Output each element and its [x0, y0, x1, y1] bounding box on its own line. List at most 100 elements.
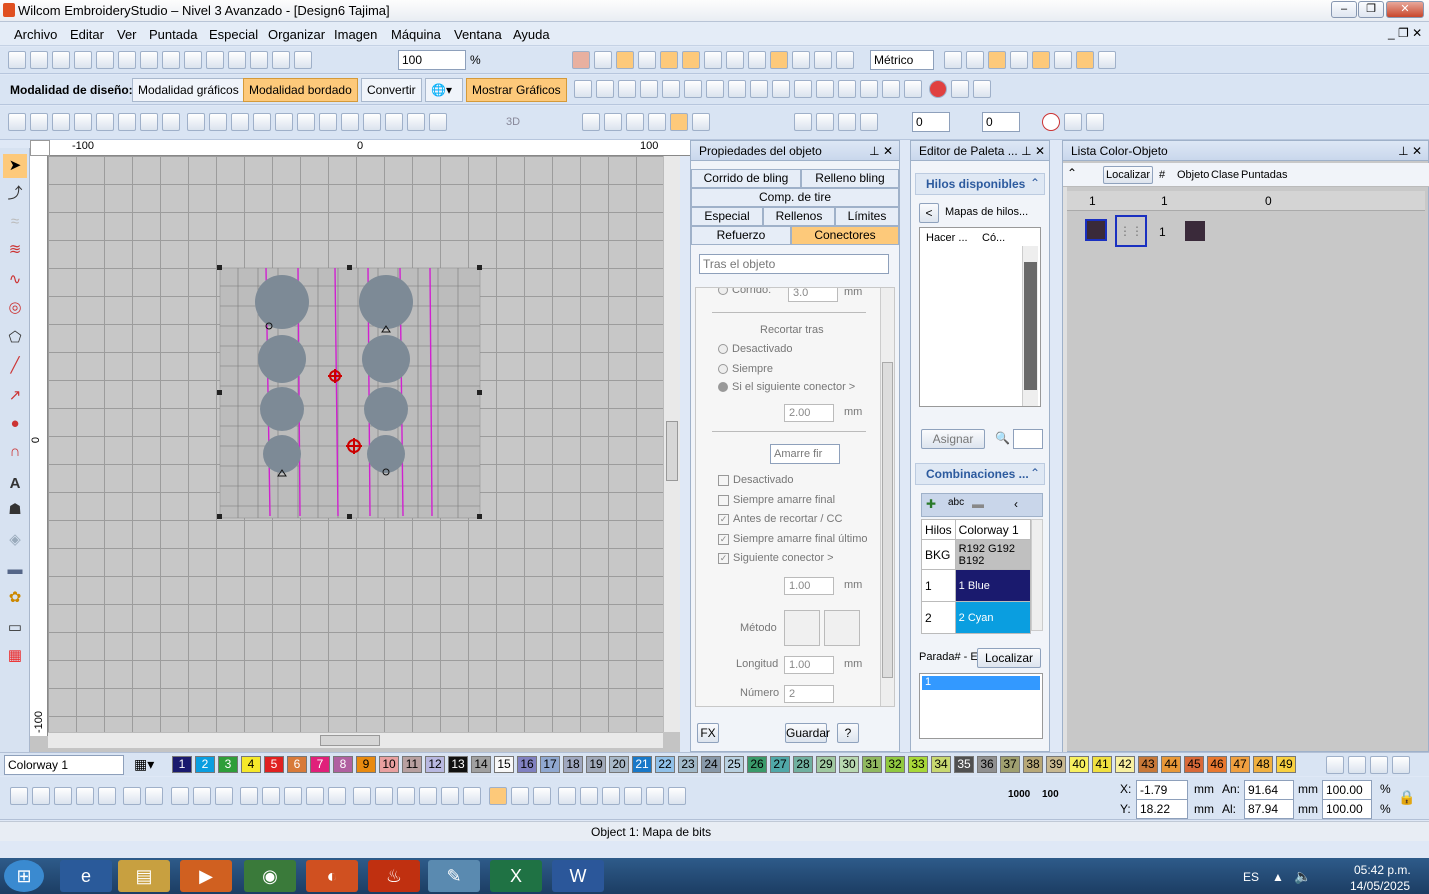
effect11-icon[interactable] — [407, 113, 426, 131]
shape2-icon[interactable] — [192, 787, 211, 805]
arch-tool-icon[interactable]: ∩ — [3, 440, 27, 464]
recortar-spin[interactable]: 2.00 — [784, 404, 834, 422]
sequence-icon[interactable] — [1010, 51, 1028, 69]
scale-h-input[interactable]: 100.00 — [1322, 799, 1372, 819]
print-colors-icon[interactable] — [1370, 756, 1388, 774]
paste-icon[interactable] — [206, 51, 224, 69]
menu-ventana[interactable]: Ventana — [454, 27, 502, 42]
applique-icon[interactable]: ✿ — [3, 586, 27, 610]
needle-icon[interactable] — [682, 51, 700, 69]
units-select[interactable]: Métrico — [870, 50, 934, 70]
collapse-icon[interactable]: ⌃ — [1030, 466, 1040, 480]
color-swatch[interactable]: 5 — [264, 756, 284, 773]
tatami-icon[interactable] — [30, 113, 48, 131]
firefox-icon[interactable]: ◐ — [306, 860, 358, 892]
collapse-icon[interactable]: ⌃ — [1030, 176, 1040, 190]
weld-icon[interactable] — [375, 787, 394, 805]
color-swatch[interactable]: 39 — [1046, 756, 1066, 773]
satin-outline-icon[interactable] — [76, 787, 94, 805]
save-icon[interactable] — [52, 51, 70, 69]
insert-icon[interactable] — [582, 113, 600, 131]
col-codigo[interactable]: Có... — [982, 232, 1005, 244]
hscroll-thumb[interactable] — [320, 735, 380, 746]
preview-icon[interactable] — [96, 51, 114, 69]
trim-run-icon[interactable] — [668, 787, 687, 805]
threads-scrollbar[interactable] — [1022, 246, 1038, 406]
pattern-icon[interactable] — [140, 113, 158, 131]
color-swatch[interactable]: 18 — [563, 756, 583, 773]
objects-icon[interactable] — [1032, 51, 1050, 69]
remove-color-icon[interactable] — [1348, 756, 1366, 774]
radio[interactable] — [718, 344, 728, 355]
connector-after-select[interactable]: Tras el objeto — [699, 254, 889, 274]
fx-button[interactable]: FX — [697, 723, 719, 743]
y-input[interactable]: 18.22 — [1136, 799, 1188, 819]
stop-list[interactable]: 1 — [919, 673, 1043, 739]
print-icon[interactable] — [74, 51, 92, 69]
needle-pos-icon[interactable] — [646, 787, 665, 805]
outline-icon[interactable] — [616, 51, 634, 69]
show-graphics-button[interactable]: Mostrar Gráficos — [466, 78, 567, 102]
language-indicator[interactable]: ES — [1243, 870, 1259, 884]
color-swatch[interactable]: 46 — [1207, 756, 1227, 773]
color-swatch[interactable]: 42 — [1115, 756, 1135, 773]
copy-icon[interactable] — [184, 51, 202, 69]
threads-scroll-thumb[interactable] — [1024, 262, 1037, 390]
color-swatch[interactable]: 40 — [1069, 756, 1089, 773]
colorway-select[interactable]: Colorway 1 — [4, 755, 124, 775]
color-swatch[interactable]: 36 — [977, 756, 997, 773]
canvas-vscroll[interactable] — [663, 156, 680, 732]
run-icon[interactable] — [10, 787, 28, 805]
hoop-icon[interactable] — [726, 51, 744, 69]
align-icon[interactable] — [574, 80, 592, 98]
send-icon[interactable] — [140, 51, 158, 69]
triple-run-icon[interactable] — [32, 787, 50, 805]
checkbox[interactable] — [718, 494, 729, 506]
remove-icon[interactable]: ▬ — [972, 497, 984, 511]
image-icon[interactable] — [748, 51, 766, 69]
vscroll-thumb[interactable] — [666, 421, 678, 481]
fill-icon[interactable] — [594, 51, 612, 69]
color-swatch[interactable]: 7 — [310, 756, 330, 773]
pin-icon[interactable] — [648, 113, 666, 131]
color-swatch[interactable]: 11 — [402, 756, 422, 773]
color-swatch[interactable]: 33 — [908, 756, 928, 773]
embroidery-mode-button[interactable]: Modalidad bordado — [243, 78, 358, 102]
checkbox-checked[interactable]: ✓ — [718, 552, 729, 564]
size-w-icon[interactable] — [882, 80, 900, 98]
zoom-input[interactable]: 100 — [398, 50, 466, 70]
globe-icon[interactable] — [836, 51, 854, 69]
effect6-icon[interactable] — [297, 113, 316, 131]
color-swap-icon[interactable] — [1392, 756, 1410, 774]
menu-maquina[interactable]: Máquina — [391, 27, 441, 42]
shape3-icon[interactable] — [214, 787, 233, 805]
select-icon[interactable]: ➤ — [3, 154, 27, 178]
effect8-icon[interactable] — [341, 113, 360, 131]
bitmap-thumb-icon[interactable] — [1185, 221, 1205, 241]
link-icon[interactable] — [618, 80, 636, 98]
height-input[interactable]: 87.94 — [1244, 799, 1294, 819]
explorer-icon[interactable]: ▤ — [118, 860, 170, 892]
list-icon[interactable] — [988, 51, 1006, 69]
color-swatch[interactable]: 27 — [770, 756, 790, 773]
color-swatch[interactable]: 23 — [678, 756, 698, 773]
bitmap-thumb-icon[interactable] — [1085, 219, 1107, 241]
align-center-icon[interactable] — [706, 80, 724, 98]
color-swatch[interactable]: 32 — [885, 756, 905, 773]
new-icon[interactable] — [8, 51, 26, 69]
align-top-icon[interactable] — [750, 80, 768, 98]
color-swatch[interactable]: 1 — [172, 756, 192, 773]
tab-relleno-bling[interactable]: Relleno bling — [801, 169, 899, 188]
align-middle-icon[interactable] — [772, 80, 790, 98]
unlock-icon[interactable] — [662, 80, 680, 98]
back-button[interactable]: < — [919, 203, 939, 223]
colors-icon[interactable]: ▦ — [3, 644, 27, 668]
scroll-left-icon[interactable]: ‹ — [1014, 497, 1018, 511]
thread-search-input[interactable] — [1013, 429, 1043, 449]
lock-icon[interactable] — [640, 80, 658, 98]
undo-icon[interactable] — [228, 51, 246, 69]
volume-icon[interactable]: 🔈 — [1294, 868, 1311, 885]
color-swatch[interactable]: 48 — [1253, 756, 1273, 773]
color-swatch[interactable]: 31 — [862, 756, 882, 773]
bridge-icon[interactable] — [463, 787, 482, 805]
